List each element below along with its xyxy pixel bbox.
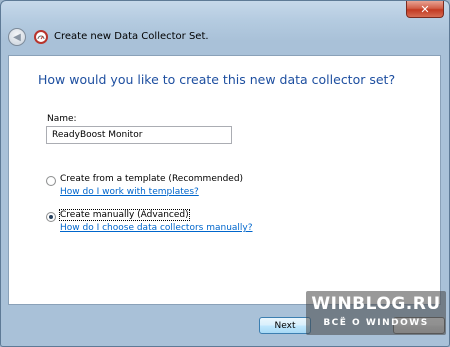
back-arrow-icon: ◀ <box>13 31 21 43</box>
close-button[interactable]: ✕ <box>406 1 444 18</box>
page-heading: How would you like to create this new da… <box>38 72 396 87</box>
templates-help-link[interactable]: How do I work with templates? <box>60 187 199 197</box>
next-button[interactable]: Next <box>259 317 311 334</box>
name-input[interactable] <box>46 126 232 144</box>
gauge-icon <box>37 35 45 40</box>
data-collector-icon <box>34 30 48 44</box>
manual-radio-label[interactable]: Create manually (Advanced) <box>59 209 190 221</box>
watermark-title: WINBLOG.RU <box>311 294 441 314</box>
back-button[interactable]: ◀ <box>8 28 26 46</box>
wizard-content: How would you like to create this new da… <box>8 55 441 305</box>
collectors-help-link[interactable]: How do I choose data collectors manually… <box>60 223 253 233</box>
template-radio[interactable] <box>46 176 56 186</box>
manual-radio[interactable] <box>46 212 56 222</box>
watermark-subtitle: ВСЁ О WINDOWS <box>323 318 429 328</box>
close-icon: ✕ <box>420 2 430 16</box>
wizard-window: ✕ ◀ Create new Data Collector Set. How w… <box>0 0 450 347</box>
name-label: Name: <box>47 114 77 124</box>
window-title: Create new Data Collector Set. <box>54 31 209 42</box>
template-radio-label[interactable]: Create from a template (Recommended) <box>60 174 243 184</box>
